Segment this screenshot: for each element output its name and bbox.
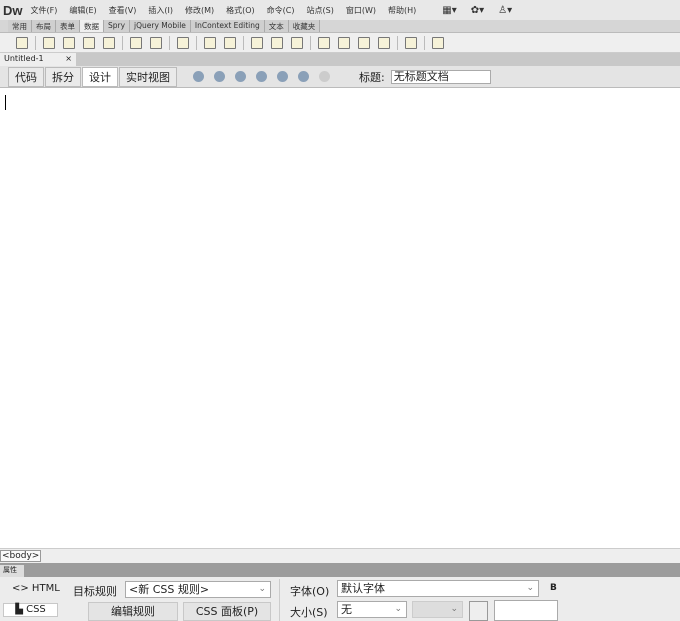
insert-tabs: 常用 布局 表单 数据 Spry jQuery Mobile InContext… <box>0 20 680 33</box>
menu-window[interactable]: 窗口(W) <box>346 5 376 16</box>
color-input[interactable] <box>494 600 558 621</box>
update-record-icon[interactable] <box>358 36 370 49</box>
target-rule-label: 目标规则 <box>73 585 117 598</box>
tag-selector-bar: <body> <box>0 548 680 563</box>
preview-browser-icon[interactable] <box>214 71 225 82</box>
title-input[interactable]: 无标题文档 <box>390 69 491 84</box>
color-picker[interactable] <box>469 601 488 621</box>
layout-icon[interactable]: ▦▾ <box>442 5 456 16</box>
view-live-button[interactable]: 实时视图 <box>119 66 177 87</box>
css-panel-button[interactable]: CSS 面板(P) <box>183 602 271 621</box>
dynamic-table-icon[interactable] <box>103 36 115 49</box>
target-rule-value: <新 CSS 规则> <box>129 583 210 596</box>
document-tab-bar <box>0 53 680 66</box>
import-data-icon[interactable] <box>16 36 28 49</box>
dynamic-data-icon[interactable] <box>83 36 95 49</box>
size-label: 大小(S) <box>290 606 328 619</box>
insert-toolbar <box>0 33 680 53</box>
view-code-button[interactable]: 代码 <box>8 66 44 87</box>
menu-modify[interactable]: 修改(M) <box>185 5 214 16</box>
visual-aids-icon[interactable] <box>298 71 309 82</box>
user-auth-icon[interactable] <box>405 36 417 49</box>
recordset-icon[interactable] <box>43 36 55 49</box>
edit-rule-button[interactable]: 编辑规则 <box>88 602 178 621</box>
menu-file[interactable]: 文件(F) <box>31 5 58 16</box>
paging-icon[interactable] <box>177 36 189 49</box>
size-unit-select[interactable]: ⌄ <box>412 601 463 618</box>
properties-header <box>0 563 680 577</box>
app-logo: Dw <box>3 2 23 18</box>
master-detail-icon[interactable] <box>318 36 330 49</box>
delete-record-icon[interactable] <box>378 36 390 49</box>
tab-common[interactable]: 常用 <box>8 20 32 32</box>
record-count-icon[interactable] <box>291 36 303 49</box>
font-label: 字体(O) <box>290 585 330 598</box>
css-button-label: CSS <box>26 604 46 615</box>
show-region-icon[interactable] <box>150 36 162 49</box>
menu-format[interactable]: 格式(O) <box>226 5 255 16</box>
refresh-icon[interactable] <box>319 71 330 82</box>
insert-record-icon[interactable] <box>338 36 350 49</box>
tab-favorites[interactable]: 收藏夹 <box>288 20 321 32</box>
properties-tab[interactable]: 属性 <box>0 565 24 577</box>
tab-layout[interactable]: 布局 <box>32 20 56 32</box>
repeat-region-icon[interactable] <box>130 36 142 49</box>
view-split-button[interactable]: 拆分 <box>45 66 81 87</box>
xslt-icon[interactable] <box>432 36 444 49</box>
multiscreen-icon[interactable] <box>193 71 204 82</box>
close-icon[interactable]: × <box>65 54 72 65</box>
file-management-icon[interactable] <box>235 71 246 82</box>
size-select[interactable]: 无 ⌄ <box>337 601 407 618</box>
text-field-icon[interactable] <box>204 36 216 49</box>
menu-edit[interactable]: 编辑(E) <box>69 5 96 16</box>
document-toolbar: 代码 拆分 设计 实时视图 标题: 无标题文档 <box>0 66 680 88</box>
bold-button[interactable]: B <box>550 583 557 593</box>
menu-bar: Dw 文件(F) 编辑(E) 查看(V) 插入(I) 修改(M) 格式(O) 命… <box>0 0 680 20</box>
menu-site[interactable]: 站点(S) <box>307 5 334 16</box>
target-rule-select[interactable]: <新 CSS 规则> ⌄ <box>125 581 271 598</box>
tab-data[interactable]: 数据 <box>80 20 104 32</box>
command-icon[interactable] <box>63 36 75 49</box>
menu-insert[interactable]: 插入(I) <box>148 5 173 16</box>
title-label: 标题: <box>359 70 385 84</box>
css-button[interactable]: ▙ CSS <box>3 603 58 617</box>
html-button[interactable]: <> HTML <box>12 583 60 594</box>
gear-icon[interactable]: ✿▾ <box>471 5 484 16</box>
record-insert-icon[interactable] <box>271 36 283 49</box>
text-caret <box>5 95 6 110</box>
tab-text[interactable]: 文本 <box>264 20 289 32</box>
tab-forms[interactable]: 表单 <box>56 20 80 32</box>
menu-help[interactable]: 帮助(H) <box>388 5 416 16</box>
user-icon[interactable]: ♙▾ <box>498 5 512 16</box>
tab-spry[interactable]: Spry <box>104 20 131 32</box>
view-design-button[interactable]: 设计 <box>82 66 118 87</box>
properties-panel: <> HTML ▙ CSS 目标规则 <新 CSS 规则> ⌄ 编辑规则 CSS … <box>0 577 680 621</box>
tab-incontext-editing[interactable]: InContext Editing <box>190 20 265 32</box>
document-tab[interactable]: Untitled-1 × <box>0 53 76 66</box>
tab-jquery-mobile[interactable]: jQuery Mobile <box>130 20 191 32</box>
dynamic-element-icon[interactable] <box>224 36 236 49</box>
menu-commands[interactable]: 命令(C) <box>267 5 295 16</box>
font-value: 默认字体 <box>341 582 385 595</box>
validate-icon[interactable] <box>277 71 288 82</box>
design-canvas[interactable] <box>0 89 680 548</box>
body-tag[interactable]: <body> <box>0 550 42 562</box>
font-select[interactable]: 默认字体 ⌄ <box>337 580 539 597</box>
check-browser-icon[interactable] <box>256 71 267 82</box>
size-value: 无 <box>341 603 352 616</box>
document-tab-name: Untitled-1 <box>4 54 44 63</box>
display-record-icon[interactable] <box>251 36 263 49</box>
menu-view[interactable]: 查看(V) <box>109 5 137 16</box>
